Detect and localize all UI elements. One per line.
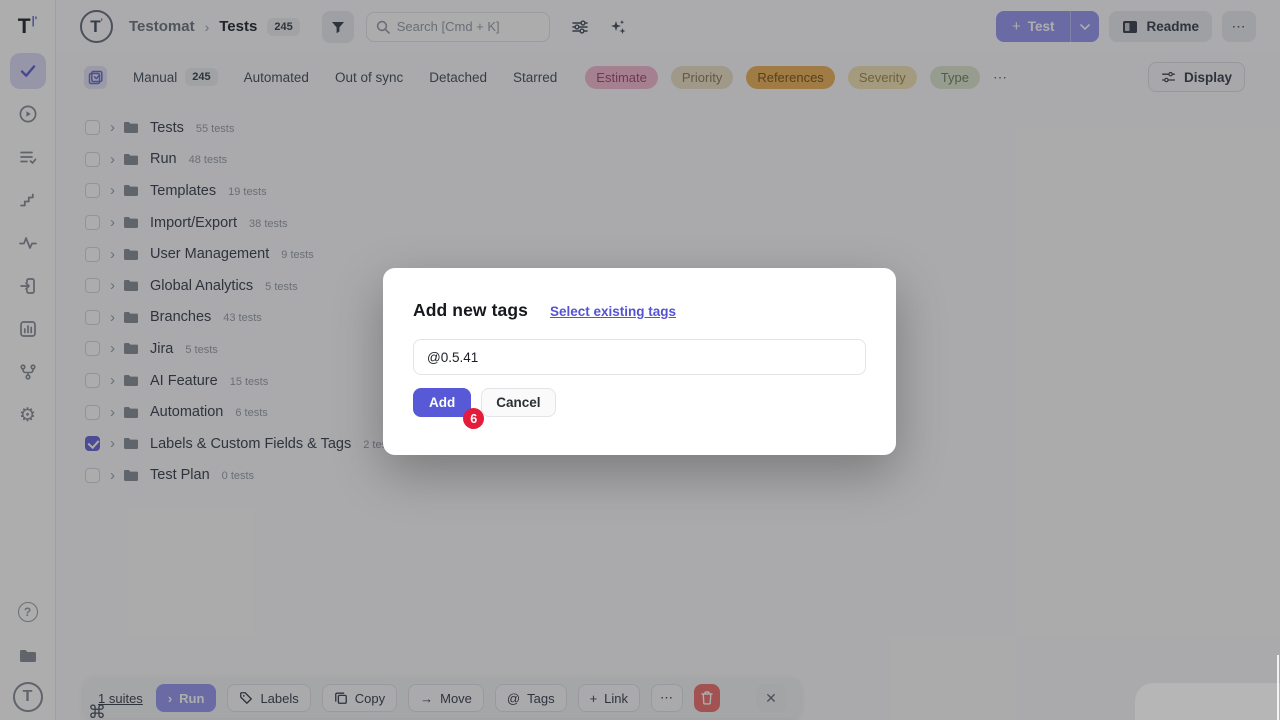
step-annotation-badge: 6 [463,408,484,429]
tag-input[interactable] [413,339,866,375]
select-existing-tags-link[interactable]: Select existing tags [550,304,676,319]
add-button[interactable]: Add 6 [413,388,471,417]
corner-widget [1135,683,1280,720]
add-tags-modal: Add new tags Select existing tags Add 6 … [383,268,896,455]
modal-title: Add new tags [413,300,528,321]
cancel-button[interactable]: Cancel [481,388,555,417]
right-edge-line [1277,655,1279,720]
app-root: T|' [0,0,1280,720]
